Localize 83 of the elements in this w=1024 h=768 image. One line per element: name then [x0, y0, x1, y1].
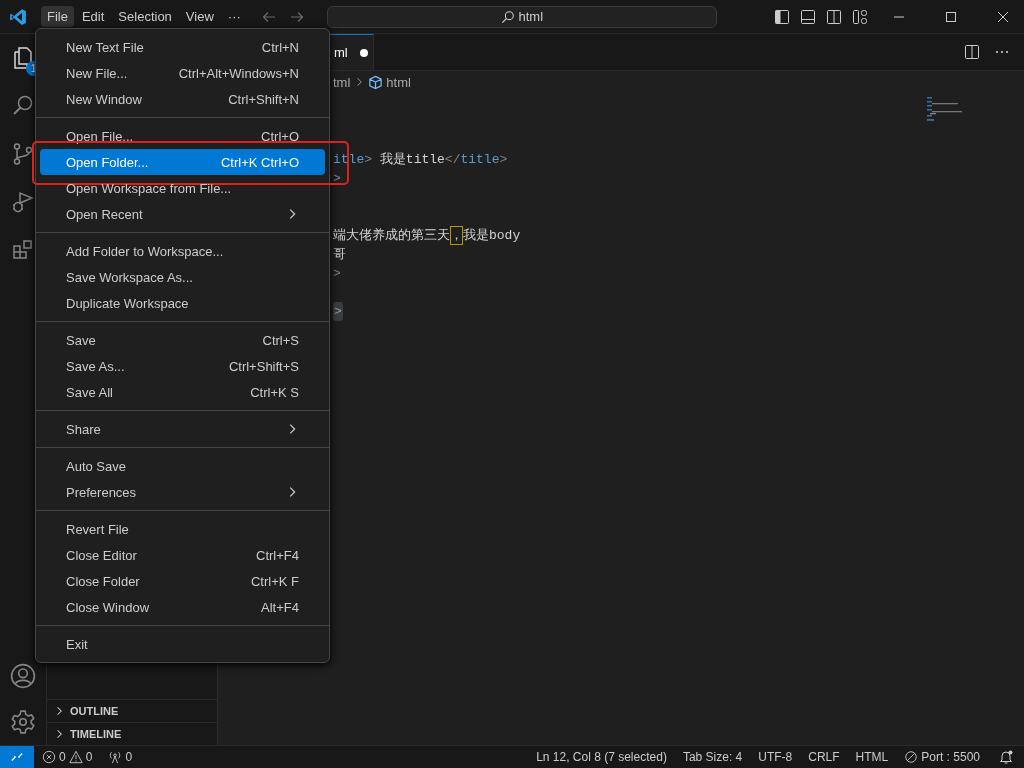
unsaved-dot-icon[interactable] [359, 48, 368, 57]
code-text: 哥 [333, 246, 346, 264]
ports-status[interactable]: 0 [100, 750, 141, 764]
menu-item[interactable]: Save Workspace As... [40, 264, 325, 290]
menu-item[interactable]: Add Folder to Workspace... [40, 238, 325, 264]
breadcrumb-item[interactable]: html [386, 74, 411, 90]
menu-item[interactable]: Close Editor Ctrl+F4 [40, 542, 325, 568]
folded-code-marker[interactable]: > [333, 302, 343, 321]
cube-icon [368, 74, 384, 90]
shortcut-label: Ctrl+S [262, 332, 299, 348]
code-text: > [333, 170, 341, 188]
error-icon [42, 750, 56, 764]
sidebar-layout-icon[interactable] [774, 8, 790, 25]
menu-item[interactable]: Exit [40, 631, 325, 657]
shortcut-label: Ctrl+K Ctrl+O [221, 154, 299, 170]
menu-item[interactable]: New File... Ctrl+Alt+Windows+N [40, 60, 325, 86]
more-menu-button[interactable]: ··· [221, 6, 247, 27]
source-control-icon[interactable] [11, 142, 35, 166]
extensions-icon[interactable] [11, 238, 35, 262]
menu-item[interactable]: Open Workspace from File... [40, 175, 325, 201]
breadcrumb-item[interactable]: tml [333, 74, 351, 90]
problems-status[interactable]: 0 0 [34, 750, 101, 764]
app-logo-icon [9, 7, 27, 26]
panel-layout-icon[interactable] [800, 8, 816, 25]
split-editor-icon[interactable] [964, 44, 980, 60]
shortcut-label: Ctrl+Shift+N [228, 91, 299, 107]
remote-icon [10, 750, 24, 764]
files-icon[interactable] [11, 46, 35, 70]
notification-bell-icon[interactable] [998, 749, 1014, 765]
menu-item[interactable]: Edit [75, 6, 111, 27]
code-text: > [364, 151, 373, 169]
menu-item[interactable]: New Window Ctrl+Shift+N [40, 86, 325, 112]
account-icon[interactable] [10, 663, 36, 689]
status-item[interactable]: Port : 5500 [896, 750, 988, 764]
menu-item[interactable]: Save As... Ctrl+Shift+S [40, 353, 325, 379]
run-debug-icon[interactable] [11, 190, 35, 214]
code-text: 我是title [378, 151, 445, 169]
menu-item[interactable]: Save All Ctrl+K S [40, 379, 325, 405]
menu-item[interactable]: Open Folder... Ctrl+K Ctrl+O [40, 149, 325, 175]
menu-item[interactable]: Open Recent [40, 201, 325, 227]
menu-item[interactable]: New Text File Ctrl+N [40, 34, 325, 60]
status-item[interactable]: Ln 12, Col 8 (7 selected) [528, 750, 675, 764]
code-text: > [333, 265, 341, 283]
status-item[interactable]: HTML [847, 750, 897, 764]
shortcut-label: Ctrl+O [261, 128, 299, 144]
code-text: ， [450, 226, 463, 245]
broadcast-icon [108, 750, 123, 764]
code-text: 我是body [463, 227, 521, 245]
code-text: > [499, 151, 508, 169]
menu-item[interactable]: Selection [112, 6, 178, 27]
split-layout-icon[interactable] [826, 8, 842, 25]
menu-item[interactable]: Auto Save [40, 453, 325, 479]
remote-button[interactable] [0, 746, 34, 768]
shortcut-label: Ctrl+N [261, 39, 299, 55]
menu-item[interactable]: Preferences [40, 479, 325, 505]
code-text: </ [444, 151, 461, 169]
status-item[interactable]: UTF-8 [750, 750, 801, 764]
settings-icon[interactable] [10, 709, 36, 735]
menu-item[interactable]: Duplicate Workspace [40, 290, 325, 316]
menu-item[interactable]: View [179, 6, 220, 27]
menu-item[interactable]: Revert File [40, 516, 325, 542]
customize-layout-icon[interactable] [852, 8, 868, 25]
no-entry-icon [904, 750, 919, 764]
shortcut-label: Ctrl+Shift+S [228, 358, 299, 374]
shortcut-label: Ctrl+K S [250, 384, 299, 400]
warning-icon [68, 750, 83, 764]
menu-item[interactable]: Share [40, 416, 325, 442]
shortcut-label: Ctrl+Alt+Windows+N [178, 65, 299, 81]
sidebar-section-header[interactable]: OUTLINE [47, 699, 217, 722]
shortcut-label: Ctrl+F4 [256, 547, 299, 563]
menu-item[interactable]: Save Ctrl+S [40, 327, 325, 353]
shortcut-label: Ctrl+K F [250, 573, 299, 589]
menu-item[interactable]: Open File... Ctrl+O [40, 123, 325, 149]
shortcut-label: Alt+F4 [261, 599, 299, 615]
code-text: 端大佬养成的第三天 [333, 227, 450, 245]
menu-item[interactable]: File [41, 6, 74, 27]
command-search-field[interactable]: html [326, 5, 717, 28]
menu-item[interactable]: Close Folder Ctrl+K F [40, 568, 325, 594]
status-item[interactable]: Tab Size: 4 [674, 750, 751, 764]
status-item[interactable]: CRLF [800, 750, 848, 764]
code-text: title [460, 151, 500, 169]
search-icon [500, 9, 515, 24]
menu-item[interactable]: Close Window Alt+F4 [40, 594, 325, 620]
